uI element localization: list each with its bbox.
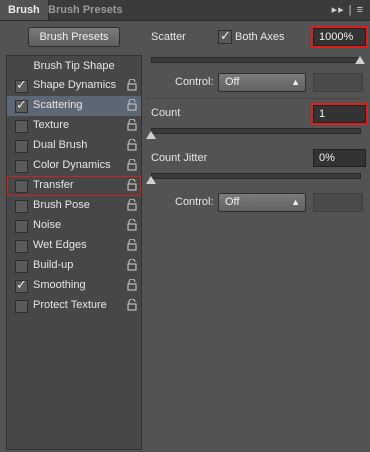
option-smoothing[interactable]: Smoothing [7, 276, 141, 296]
count-label: Count [151, 107, 181, 119]
count-jitter-control-field [313, 193, 363, 212]
updown-arrow-icon: ▲ [291, 197, 300, 207]
option-color-dynamics[interactable]: Color Dynamics [7, 156, 141, 176]
select-value: Off [225, 76, 240, 88]
lock-icon[interactable] [127, 179, 137, 191]
option-dual-brush[interactable]: Dual Brush [7, 136, 141, 156]
option-label: Brush Pose [33, 199, 90, 211]
panel-menu-icon[interactable]: ▸▸ | ≡ [332, 3, 364, 16]
lock-icon[interactable] [127, 119, 137, 131]
checkbox[interactable] [15, 220, 28, 233]
checkbox[interactable] [15, 97, 28, 113]
count-jitter-control-label: Control: [175, 196, 214, 208]
option-label: Smoothing [33, 279, 86, 291]
lock-icon[interactable] [127, 99, 137, 111]
select-value: Off [225, 196, 240, 208]
updown-arrow-icon: ▲ [291, 77, 300, 87]
scatter-label: Scatter [151, 31, 186, 43]
option-label: Color Dynamics [33, 159, 111, 171]
lock-icon[interactable] [127, 79, 137, 91]
option-label: Noise [33, 219, 62, 231]
checkbox[interactable] [15, 260, 28, 273]
brush-presets-button[interactable]: Brush Presets [28, 27, 120, 47]
count-slider-thumb[interactable] [146, 131, 156, 139]
option-label: Protect Texture [33, 299, 107, 311]
scatter-value-field[interactable]: 1000% [311, 26, 368, 48]
option-label: Texture [33, 119, 70, 131]
checkbox[interactable] [15, 300, 28, 313]
count-value-field[interactable]: 1 [311, 103, 368, 125]
count-jitter-control-select[interactable]: Off ▲ [218, 193, 306, 212]
lock-icon[interactable] [127, 239, 137, 251]
lock-icon[interactable] [127, 219, 137, 231]
lock-icon[interactable] [127, 259, 137, 271]
checkbox[interactable] [15, 240, 28, 253]
option-wet-edges[interactable]: Wet Edges [7, 236, 141, 256]
divider [146, 98, 364, 99]
tab-brush-presets[interactable]: Brush Presets [40, 0, 131, 20]
option-label: Transfer [33, 179, 74, 191]
option-label: Dual Brush [33, 139, 88, 151]
brush-options-list: Brush Tip Shape Shape Dynamics Scatterin… [6, 55, 142, 450]
option-label: Build-up [33, 259, 74, 271]
option-brush-pose[interactable]: Brush Pose [7, 196, 141, 216]
lock-icon[interactable] [127, 159, 137, 171]
count-jitter-slider-track[interactable] [151, 173, 361, 179]
option-noise[interactable]: Noise [7, 216, 141, 236]
scatter-control-label: Control: [175, 76, 214, 88]
brush-tip-shape-item[interactable]: Brush Tip Shape [7, 56, 141, 76]
count-jitter-slider-thumb[interactable] [146, 176, 156, 184]
option-label: Scattering [33, 99, 83, 111]
scatter-control-select[interactable]: Off ▲ [218, 73, 306, 92]
checkbox[interactable] [15, 77, 28, 93]
both-axes-label: Both Axes [235, 31, 285, 43]
scatter-slider-track[interactable] [151, 57, 361, 63]
lock-icon[interactable] [127, 299, 137, 311]
option-label: Shape Dynamics [33, 79, 117, 91]
option-transfer[interactable]: Transfer [7, 176, 141, 196]
scatter-slider-thumb[interactable] [355, 56, 365, 64]
tab-bar: Brush Brush Presets ▸▸ | ≡ [0, 0, 370, 21]
checkbox[interactable] [15, 140, 28, 153]
count-jitter-value-field[interactable]: 0% [313, 149, 366, 167]
option-texture[interactable]: Texture [7, 116, 141, 136]
scatter-control-field [313, 73, 363, 92]
option-protect-texture[interactable]: Protect Texture [7, 296, 141, 316]
checkbox[interactable] [15, 277, 28, 293]
checkbox[interactable] [15, 200, 28, 213]
option-label: Wet Edges [33, 239, 87, 251]
option-shape-dynamics[interactable]: Shape Dynamics [7, 76, 141, 96]
lock-icon[interactable] [127, 139, 137, 151]
count-slider-track[interactable] [151, 128, 361, 134]
checkbox[interactable] [15, 120, 28, 133]
lock-icon[interactable] [127, 279, 137, 291]
checkbox[interactable] [15, 160, 28, 173]
option-build-up[interactable]: Build-up [7, 256, 141, 276]
lock-icon[interactable] [127, 199, 137, 211]
checkbox[interactable] [15, 180, 28, 193]
option-scattering[interactable]: Scattering [7, 96, 141, 116]
count-jitter-label: Count Jitter [151, 152, 208, 164]
both-axes-checkbox[interactable] [218, 28, 232, 44]
